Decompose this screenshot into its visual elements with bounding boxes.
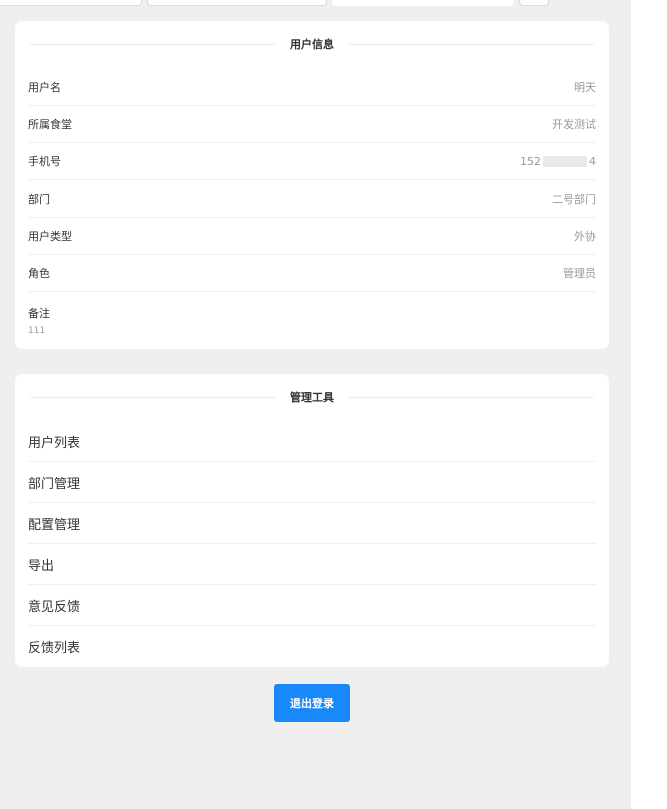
tool-export[interactable]: 导出 xyxy=(28,544,596,585)
app-background: 用户信息 用户名 明天 所属食堂 开发测试 手机号 152 4 部门 二号部门 用… xyxy=(0,0,631,809)
admin-tools-title: 管理工具 xyxy=(15,387,609,407)
info-row-username: 用户名 明天 xyxy=(28,69,596,106)
info-label: 手机号 xyxy=(28,155,61,168)
admin-tools-title-text: 管理工具 xyxy=(290,391,334,404)
tool-feedback-list[interactable]: 反馈列表 xyxy=(28,626,596,667)
phone-prefix: 152 xyxy=(520,154,541,168)
tool-user-list[interactable]: 用户列表 xyxy=(28,421,596,462)
right-blank-pane xyxy=(631,0,667,809)
info-label: 部门 xyxy=(28,193,50,206)
tab-1[interactable] xyxy=(0,0,142,6)
info-value: 管理员 xyxy=(563,267,596,280)
info-row-phone: 手机号 152 4 xyxy=(28,143,596,180)
tab-2[interactable] xyxy=(147,0,327,6)
info-value: 二号部门 xyxy=(552,193,596,206)
tab-3[interactable] xyxy=(332,0,514,6)
info-row-role: 角色 管理员 xyxy=(28,255,596,292)
tool-department-management[interactable]: 部门管理 xyxy=(28,462,596,503)
phone-redaction xyxy=(543,156,587,167)
info-value: 开发测试 xyxy=(552,118,596,131)
info-label: 用户类型 xyxy=(28,230,72,243)
info-value: 外协 xyxy=(574,230,596,243)
info-label: 用户名 xyxy=(28,81,61,94)
info-value: 明天 xyxy=(574,81,596,94)
logout-button[interactable]: 退出登录 xyxy=(274,684,350,722)
tool-feedback[interactable]: 意见反馈 xyxy=(28,585,596,626)
user-info-card: 用户信息 用户名 明天 所属食堂 开发测试 手机号 152 4 部门 二号部门 用… xyxy=(15,21,609,349)
phone-suffix: 4 xyxy=(589,154,596,168)
info-label: 所属食堂 xyxy=(28,118,72,131)
remark-label: 备注 xyxy=(28,307,50,320)
user-info-title-text: 用户信息 xyxy=(290,38,334,51)
tool-config-management[interactable]: 配置管理 xyxy=(28,503,596,544)
remark-value: 111 xyxy=(28,326,46,336)
admin-tools-card: 管理工具 用户列表 部门管理 配置管理 导出 意见反馈 反馈列表 xyxy=(15,374,609,667)
info-row-canteen: 所属食堂 开发测试 xyxy=(28,106,596,143)
info-row-department: 部门 二号部门 xyxy=(28,181,596,218)
tab-4[interactable] xyxy=(519,0,549,6)
user-info-title: 用户信息 xyxy=(15,34,609,54)
phone-value: 152 4 xyxy=(520,155,596,168)
info-row-user-type: 用户类型 外协 xyxy=(28,218,596,255)
info-label: 角色 xyxy=(28,267,50,280)
